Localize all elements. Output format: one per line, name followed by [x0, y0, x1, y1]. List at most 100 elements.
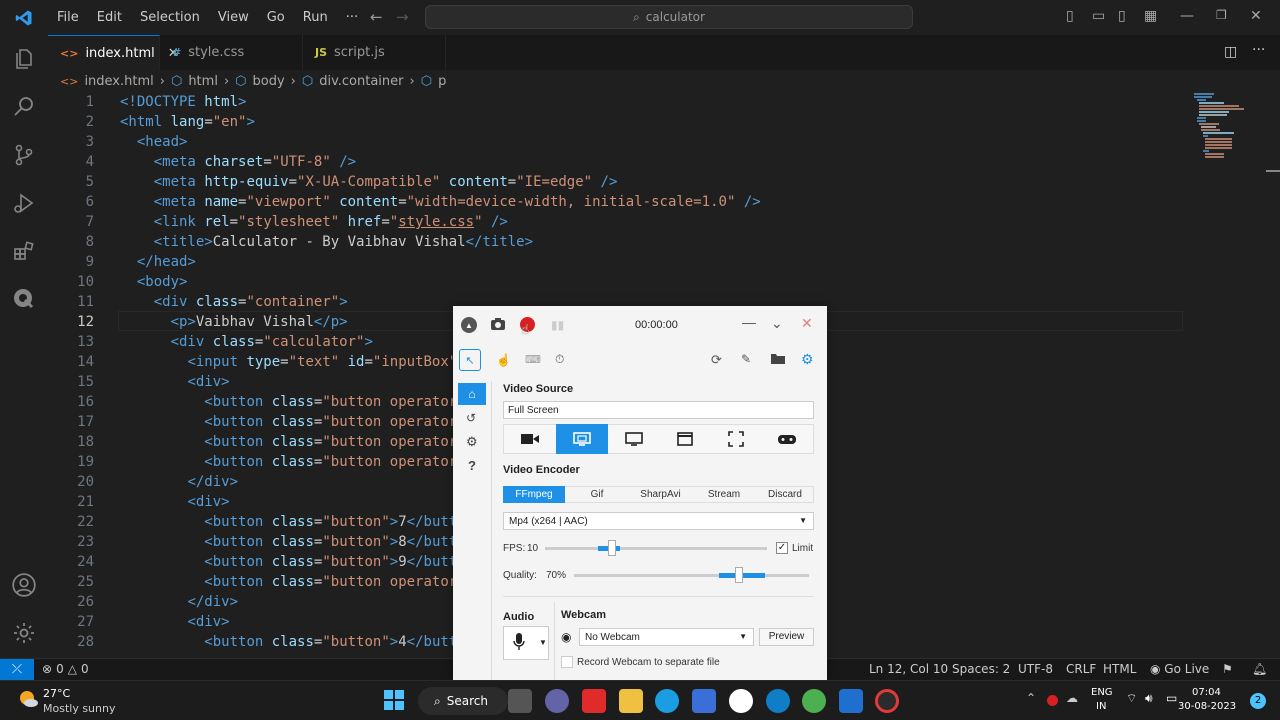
remote-explorer-icon[interactable]: [10, 285, 38, 313]
forward-arrow-icon[interactable]: →: [396, 8, 409, 26]
breadcrumb-item[interactable]: p: [438, 74, 446, 89]
windows-start-icon[interactable]: [384, 690, 404, 714]
teams-chat-icon[interactable]: [545, 689, 569, 713]
close-icon[interactable]: ✕: [1250, 8, 1262, 24]
fps-slider[interactable]: [545, 540, 767, 556]
screen-source-icon[interactable]: [556, 424, 608, 454]
toggle-panel-icon[interactable]: ▭: [1092, 8, 1105, 24]
format-select[interactable]: Mp4 (x264 | AAC) ▼: [503, 512, 814, 530]
recorder-taskbar-icon[interactable]: [875, 689, 899, 713]
line-ending[interactable]: CRLF: [1066, 662, 1096, 676]
vscode-taskbar-icon[interactable]: [839, 689, 863, 713]
feedback-icon[interactable]: ⚑: [1222, 662, 1233, 676]
settings-gear-icon[interactable]: ⚙: [801, 351, 814, 368]
refresh-icon[interactable]: ⟳: [711, 352, 722, 368]
clock-date[interactable]: 30-08-2023: [1178, 701, 1236, 712]
tray-network-icon[interactable]: ☁: [1066, 691, 1078, 705]
toggle-sidebar-icon[interactable]: ▯: [1066, 8, 1074, 24]
keyboard-icon[interactable]: ⌨: [525, 353, 541, 366]
code-line[interactable]: 3 <head>: [48, 132, 1188, 152]
file-explorer-icon[interactable]: [619, 689, 643, 713]
tray-record-icon[interactable]: [1047, 695, 1058, 706]
taskbar-search[interactable]: ⌕ Search: [418, 687, 508, 715]
region-indicator[interactable]: IN: [1096, 701, 1106, 712]
app-icon[interactable]: [766, 689, 790, 713]
indentation[interactable]: Spaces: 2: [952, 662, 1010, 676]
breadcrumb-item[interactable]: index.html: [84, 74, 153, 89]
code-line[interactable]: 7 <link rel="stylesheet" href="style.css…: [48, 212, 1188, 232]
menu-go[interactable]: Go: [258, 10, 294, 25]
breadcrumb-item[interactable]: body: [253, 74, 285, 89]
monitor-source-icon[interactable]: [608, 424, 660, 454]
minimap[interactable]: [1194, 92, 1254, 162]
minimize-icon[interactable]: —: [742, 314, 756, 330]
webcam-select[interactable]: No Webcam ▼: [579, 628, 754, 646]
minimize-icon[interactable]: —: [1180, 8, 1194, 24]
weather-desc[interactable]: Mostly sunny: [43, 702, 115, 715]
accounts-icon[interactable]: [10, 571, 38, 599]
history-icon[interactable]: ↺: [466, 411, 476, 425]
hand-click-icon[interactable]: ☝: [496, 353, 511, 367]
language-indicator[interactable]: ENG: [1091, 687, 1113, 698]
extensions-icon[interactable]: [10, 237, 38, 265]
encoder-tab-ffmpeg[interactable]: FFmpeg: [503, 486, 565, 503]
fps-slider-thumb[interactable]: [607, 540, 616, 556]
video-source-field[interactable]: Full Screen: [503, 401, 814, 419]
webcam-separate-checkbox[interactable]: [561, 656, 573, 668]
editor-scrollbar[interactable]: [1266, 92, 1280, 658]
cursor-position[interactable]: Ln 12, Col 10: [869, 662, 948, 676]
code-line[interactable]: 8 <title>Calculator - By Vaibhav Vishal<…: [48, 232, 1188, 252]
manage-gear-icon[interactable]: [10, 619, 38, 647]
battery-icon[interactable]: ▭: [1166, 691, 1177, 705]
chrome-icon[interactable]: [802, 689, 826, 713]
cursor-tool-icon[interactable]: ↖: [459, 349, 481, 371]
code-line[interactable]: 10 <body>: [48, 272, 1188, 292]
encoder-tab-discard[interactable]: Discard: [756, 486, 814, 503]
weather-temp[interactable]: 27°C: [43, 687, 70, 700]
tray-chevron-icon[interactable]: ⌃: [1026, 691, 1036, 705]
breadcrumb-item[interactable]: html: [188, 74, 218, 89]
volume-icon[interactable]: 🔊︎: [1145, 691, 1153, 706]
tab-index-html[interactable]: <> index.html ✕: [48, 35, 179, 70]
notification-badge[interactable]: 2: [1250, 693, 1266, 709]
window-source-icon[interactable]: [659, 424, 711, 454]
code-line[interactable]: 1 <!DOCTYPE html>: [48, 92, 1188, 112]
menu-selection[interactable]: Selection: [131, 10, 209, 25]
quality-slider[interactable]: [574, 567, 809, 583]
split-editor-icon[interactable]: ◫: [1224, 44, 1237, 60]
gamepad-source-icon[interactable]: [761, 424, 813, 454]
language-mode[interactable]: HTML: [1103, 662, 1136, 676]
menu-view[interactable]: View: [209, 10, 258, 25]
code-line[interactable]: 2 <html lang="en">: [48, 112, 1188, 132]
mcafee-icon[interactable]: [582, 689, 606, 713]
breadcrumb-item[interactable]: div.container: [319, 74, 403, 89]
search-icon[interactable]: [10, 93, 38, 121]
remote-indicator-icon[interactable]: ⤫: [0, 659, 34, 680]
encoder-tab-sharpavi[interactable]: SharpAvi: [629, 486, 692, 503]
encoder-tab-gif[interactable]: Gif: [566, 486, 628, 503]
customize-layout-icon[interactable]: ▦: [1144, 8, 1157, 24]
menu-edit[interactable]: Edit: [88, 10, 131, 25]
encoding[interactable]: UTF-8: [1018, 662, 1053, 676]
clock-time[interactable]: 07:04: [1192, 687, 1221, 698]
notifications-bell-icon[interactable]: 🔔︎: [1252, 662, 1267, 676]
command-center[interactable]: ⌕ calculator: [425, 5, 913, 29]
config-gear-icon[interactable]: ⚙: [466, 434, 478, 450]
wifi-icon[interactable]: ⌔: [1126, 691, 1137, 706]
menu-file[interactable]: File: [48, 10, 88, 25]
menu-more[interactable]: ···: [337, 10, 367, 25]
collapse-up-icon[interactable]: ▲: [461, 317, 477, 333]
screenshot-camera-icon[interactable]: [490, 317, 506, 334]
edge-browser-icon[interactable]: [655, 689, 679, 713]
code-line[interactable]: 9 </head>: [48, 252, 1188, 272]
quality-slider-thumb[interactable]: [734, 567, 743, 583]
folder-icon[interactable]: [771, 353, 785, 367]
code-line[interactable]: 4 <meta charset="UTF-8" />: [48, 152, 1188, 172]
audio-mic-button[interactable]: ▼: [503, 626, 549, 660]
more-actions-icon[interactable]: ···: [1252, 42, 1265, 58]
help-icon[interactable]: ?: [468, 458, 476, 473]
limit-checkbox[interactable]: ✓: [776, 542, 788, 554]
tab-style-css[interactable]: # style.css: [160, 35, 303, 70]
source-control-icon[interactable]: [10, 141, 38, 169]
region-source-icon[interactable]: [710, 424, 762, 454]
